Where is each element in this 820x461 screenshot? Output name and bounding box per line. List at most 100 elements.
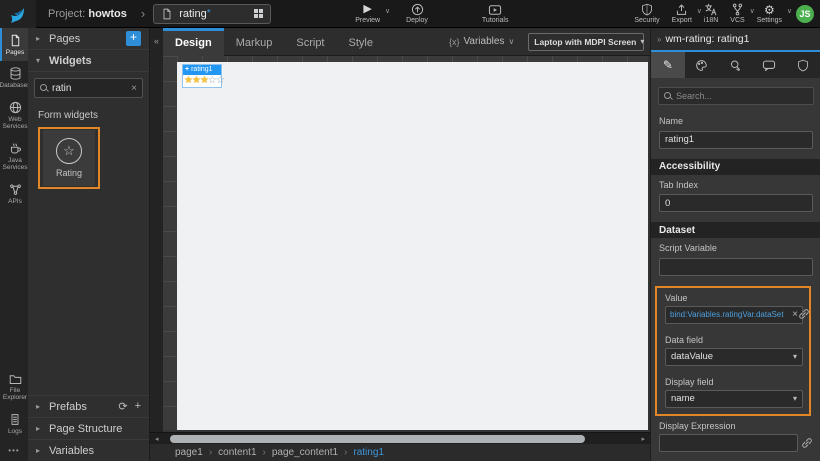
star-filled-icon[interactable]: ★ [184,75,192,86]
star-empty-icon[interactable]: ☆ [208,75,216,86]
display-expression-field[interactable] [659,434,798,452]
add-prefab-icon[interactable]: + [135,400,141,413]
page-switcher-icon[interactable] [254,9,263,18]
canvas-toolbar: Design Markup Script Style {x} Variables… [163,28,650,56]
tab-index-field[interactable] [659,194,813,212]
caret-right-icon: ▸ [36,424,43,433]
select-caret-icon: ▾ [793,394,797,403]
dataset-binding-highlight: Value bind:Variables.ratingVar.dataSet ×… [655,286,811,416]
breadcrumb-sep-icon: › [209,447,212,458]
scroll-left-icon[interactable]: ◂ [155,435,159,443]
tutorials-button[interactable]: Tutorials [476,0,515,28]
tab-style[interactable]: Style [337,28,385,56]
search-icon [664,92,672,100]
script-variable-field[interactable] [659,258,813,276]
add-page-button[interactable]: + [126,31,141,46]
tab-styles[interactable] [685,52,719,78]
breadcrumb-content1[interactable]: content1 [218,447,256,458]
widget-search-input[interactable] [52,83,127,94]
widgets-section-header[interactable]: ▾ Widgets [28,50,149,72]
coffee-icon [9,142,22,155]
rating-widget-on-canvas[interactable]: + rating1 ★★★☆☆ [182,64,222,88]
bind-link-icon[interactable] [801,437,813,449]
sidebar-item-logs[interactable]: Logs [0,407,28,440]
tab-interactions[interactable] [752,52,786,78]
translate-icon [704,3,718,16]
caret-right-icon: ▸ [36,34,43,43]
more-icon[interactable]: ••• [0,440,28,461]
wavemaker-logo[interactable] [0,0,36,28]
vcs-button[interactable]: VCS [724,0,750,28]
sidebar-item-java-services[interactable]: Java Services [0,136,28,177]
deploy-button[interactable]: Deploy [400,0,434,28]
export-icon [675,3,688,16]
activity-bar-bottom: File Explorer Logs ••• [0,367,28,461]
wavemaker-studio: Project: howtos › rating* ▶ Preview Depl… [0,0,820,461]
sidebar-item-file-explorer[interactable]: File Explorer [0,367,28,407]
tab-index-label: Tab Index [651,175,820,193]
star-filled-icon[interactable]: ★ [200,75,208,86]
name-field[interactable] [659,131,813,149]
prefabs-section-header[interactable]: ▸ Prefabs ⟳ + [28,395,149,417]
variables-section-header[interactable]: ▸ Variables [28,439,149,461]
refresh-prefabs-icon[interactable]: ⟳ [118,400,127,413]
tab-design[interactable]: Design [163,28,224,56]
horizontal-scrollbar[interactable]: ◂ ▸ [150,432,650,444]
gear-icon: ⚙ [764,3,775,16]
sidebar-item-pages[interactable]: Pages [0,28,28,61]
breadcrumb-page1[interactable]: page1 [175,447,203,458]
tab-script[interactable]: Script [284,28,336,56]
pages-section-header[interactable]: ▸ Pages + [28,28,149,50]
open-page-tab[interactable]: rating* [153,4,271,24]
tab-properties[interactable]: ✎ [651,52,685,78]
api-icon [9,183,22,196]
palette-icon [695,59,708,72]
page-canvas[interactable]: + rating1 ★★★☆☆ [177,62,648,430]
select-caret-icon: ▾ [640,37,644,46]
scrollbar-thumb[interactable] [170,435,585,443]
widget-search-box: × [34,78,143,98]
rating-widget-tile[interactable]: ☆ Rating [43,130,95,186]
display-field-select[interactable]: name ▾ [665,390,803,408]
export-button[interactable]: Export [666,0,698,28]
device-selector[interactable]: Laptop with MDPI Screen ▾ [528,33,644,51]
left-panel-bottom-sections: ▸ Prefabs ⟳ + ▸ Page Structure ▸ Variabl… [28,395,149,461]
value-binding-field[interactable]: bind:Variables.ratingVar.dataSet × [665,306,803,324]
tab-security[interactable] [786,52,820,78]
sidebar-item-databases[interactable]: Databases [0,61,28,94]
data-field-label: Data field [657,330,809,348]
rating-stars[interactable]: ★★★☆☆ [183,75,221,87]
collapse-left-panel-button[interactable]: « [150,28,163,46]
left-panel: ▸ Pages + ▾ Widgets × Form widgets ☆ Rat… [28,28,150,461]
bind-link-icon[interactable] [798,308,810,320]
page-structure-section-header[interactable]: ▸ Page Structure [28,417,149,439]
star-circle-icon: ☆ [56,138,82,164]
project-name: Project: howtos [48,8,127,20]
pages-icon [9,34,22,47]
widget-selection-header[interactable]: + rating1 [183,65,221,75]
clear-search-icon[interactable]: × [131,83,137,94]
properties-panel: » wm-rating: rating1 ✎ [650,28,820,461]
star-empty-icon[interactable]: ☆ [216,75,224,86]
dataset-section-header: Dataset [651,222,820,238]
scroll-right-icon[interactable]: ▸ [641,435,645,443]
data-field-select[interactable]: dataValue ▾ [665,348,803,366]
page-tab-label: rating* [179,8,210,20]
sidebar-item-apis[interactable]: APIs [0,177,28,210]
security-button[interactable]: Security [628,0,665,28]
variables-icon: {x} [449,37,460,47]
breadcrumb-rating1[interactable]: rating1 [353,447,384,458]
breadcrumb-page-content1[interactable]: page_content1 [272,447,338,458]
tab-markup[interactable]: Markup [224,28,285,56]
settings-button[interactable]: ⚙ Settings [751,0,788,28]
properties-search-input[interactable] [676,91,808,101]
breadcrumb-sep-icon: › [344,447,347,458]
variables-dropdown[interactable]: {x} Variables ∨ [449,36,514,47]
user-avatar[interactable]: JS [796,5,814,23]
i18n-button[interactable]: i18N [698,0,724,28]
star-filled-icon[interactable]: ★ [192,75,200,86]
tab-events[interactable] [719,52,753,78]
panel-expand-icon[interactable]: » [657,35,661,44]
preview-button[interactable]: ▶ Preview [349,0,386,28]
sidebar-item-web-services[interactable]: Web Services [0,95,28,136]
